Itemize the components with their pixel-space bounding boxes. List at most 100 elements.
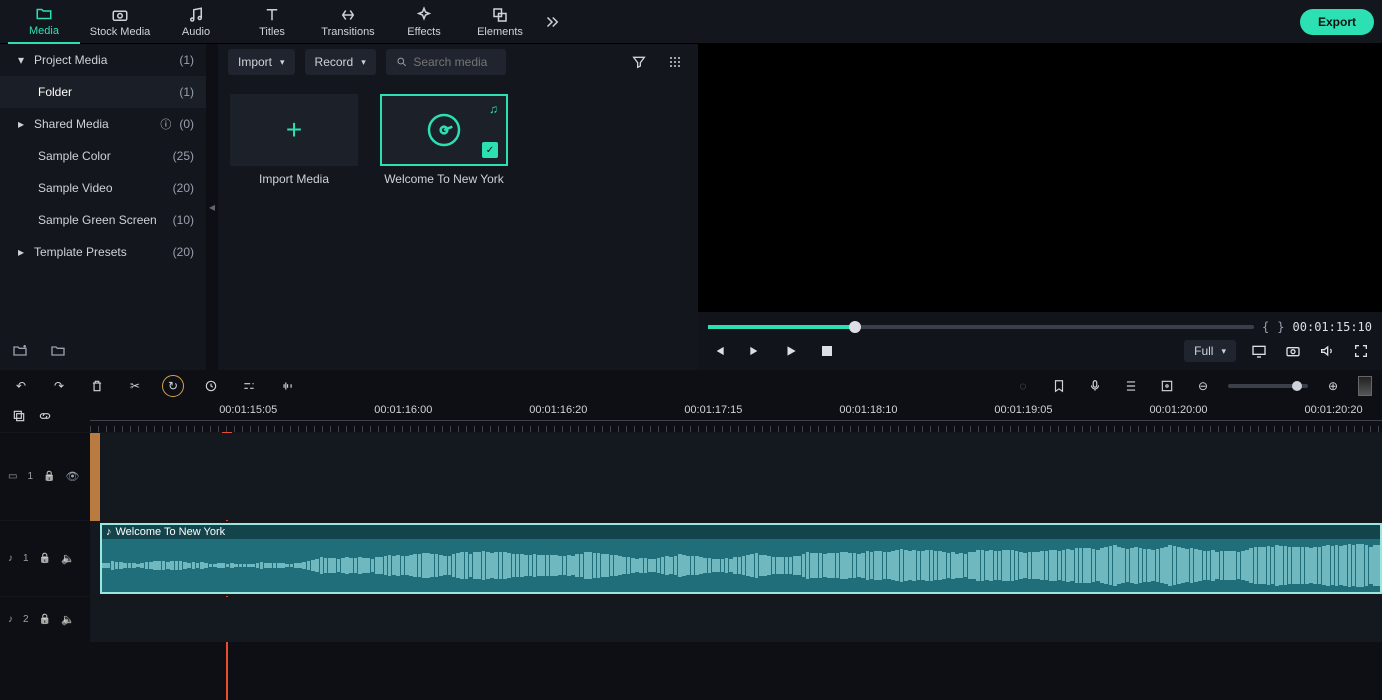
audio-clip-welcome-to-new-york[interactable]: ♪ Welcome To New York <box>100 523 1382 594</box>
preview-timecode: 00:01:15:10 <box>1293 320 1372 334</box>
marker-button[interactable] <box>1048 375 1070 397</box>
checked-badge-icon: ✓ <box>482 142 498 158</box>
redo-button[interactable]: ↷ <box>48 375 70 397</box>
sidebar-item-sample-color[interactable]: Sample Color (25) <box>0 140 206 172</box>
filter-button[interactable] <box>626 49 652 75</box>
audio-track-2[interactable]: ♪ 2 <box>0 596 1382 642</box>
sidebar-item-sample-video[interactable]: Sample Video (20) <box>0 172 206 204</box>
preview-canvas[interactable] <box>698 44 1382 312</box>
transition-icon <box>339 6 357 24</box>
music-icon: ♫ <box>489 102 498 116</box>
more-tabs-button[interactable] <box>540 0 564 44</box>
new-folder-button[interactable] <box>12 343 28 362</box>
folder-icon <box>35 5 53 23</box>
video-track-1[interactable]: ▭ 1 <box>0 432 1382 520</box>
delete-button[interactable] <box>86 375 108 397</box>
search-media-field[interactable] <box>386 49 506 75</box>
export-button[interactable]: Export <box>1300 9 1374 35</box>
eye-icon[interactable] <box>65 470 79 483</box>
preview-quality-dropdown[interactable]: Full ▾ <box>1184 340 1236 362</box>
sidebar-item-sample-green-screen[interactable]: Sample Green Screen (10) <box>0 204 206 236</box>
tab-label: Effects <box>407 26 440 38</box>
timeline-ruler[interactable]: 00:01:15:05 00:01:16:00 00:01:16:20 00:0… <box>90 402 1382 432</box>
snapshot-button[interactable] <box>1282 340 1304 362</box>
stop-button[interactable] <box>816 340 838 362</box>
tab-stock-media[interactable]: Stock Media <box>84 0 156 44</box>
plus-icon: + <box>286 114 302 146</box>
tab-effects[interactable]: Effects <box>388 0 460 44</box>
chevron-down-icon: ▾ <box>1221 346 1226 357</box>
next-frame-button[interactable] <box>744 340 766 362</box>
grid-view-button[interactable] <box>662 49 688 75</box>
media-browser: Import ▾ Record ▾ <box>218 44 698 370</box>
open-folder-button[interactable] <box>50 343 66 362</box>
audio-stretch-button[interactable] <box>276 375 298 397</box>
media-tile-welcome-to-new-york[interactable]: ♫ ✓ Welcome To New York <box>380 94 508 186</box>
music-icon: ♪ <box>106 526 112 538</box>
top-tab-bar: Media Stock Media Audio Titles Transitio… <box>0 0 1382 44</box>
zoom-slider[interactable] <box>1228 384 1308 388</box>
sidebar-collapse-toggle[interactable]: ◂ <box>206 44 218 370</box>
tab-label: Stock Media <box>90 26 151 38</box>
speaker-icon[interactable] <box>61 552 75 565</box>
undo-button[interactable]: ↶ <box>10 375 32 397</box>
import-dropdown[interactable]: Import ▾ <box>228 49 295 75</box>
zoom-in-button[interactable]: ⊕ <box>1322 375 1344 397</box>
audio-track-icon: ♪ <box>8 553 13 564</box>
display-button[interactable] <box>1248 340 1270 362</box>
music-icon <box>187 6 205 24</box>
record-dropdown[interactable]: Record ▾ <box>305 49 376 75</box>
layers-icon <box>491 6 509 24</box>
prev-frame-button[interactable] <box>708 340 730 362</box>
import-media-tile[interactable]: + Import Media <box>230 94 358 186</box>
tab-audio[interactable]: Audio <box>160 0 232 44</box>
preview-panel: { } 00:01:15:10 Full ▾ <box>698 44 1382 370</box>
chevron-down-icon: ▾ <box>280 57 285 68</box>
info-icon: ⓘ <box>160 116 171 132</box>
lock-icon[interactable] <box>39 553 51 564</box>
keyframe-button[interactable] <box>1156 375 1178 397</box>
timeline-toolbar: ↶ ↷ ✂ ↻ ◌ ⊖ ⊕ <box>0 370 1382 402</box>
mark-out-label: } <box>1277 320 1284 334</box>
disc-icon <box>424 110 464 150</box>
track-number: 1 <box>27 471 33 482</box>
tab-label: Titles <box>259 26 285 38</box>
tab-titles[interactable]: Titles <box>236 0 308 44</box>
speed-button[interactable] <box>200 375 222 397</box>
sidebar-item-shared-media[interactable]: ▸ Shared Media ⓘ (0) <box>0 108 206 140</box>
preview-scrubber[interactable] <box>708 325 1254 329</box>
adjust-button[interactable] <box>238 375 260 397</box>
track-number: 2 <box>23 614 29 625</box>
lock-icon[interactable] <box>43 471 55 482</box>
chevron-down-icon: ▾ <box>16 53 26 67</box>
split-button[interactable]: ✂ <box>124 375 146 397</box>
sidebar-item-template-presets[interactable]: ▸ Template Presets (20) <box>0 236 206 268</box>
track-copy-button[interactable] <box>12 409 26 426</box>
sidebar-item-folder[interactable]: Folder (1) <box>0 76 206 108</box>
volume-button[interactable] <box>1316 340 1338 362</box>
tile-label: Welcome To New York <box>384 172 504 186</box>
audio-track-1[interactable]: ♪ 1 ♪ Welcome To New York <box>0 520 1382 596</box>
track-link-button[interactable] <box>38 409 52 426</box>
tab-media[interactable]: Media <box>8 0 80 44</box>
tab-label: Media <box>29 25 59 37</box>
zoom-out-button[interactable]: ⊖ <box>1192 375 1214 397</box>
sidebar-item-project-media[interactable]: ▾ Project Media (1) <box>0 44 206 76</box>
search-input[interactable] <box>413 55 496 69</box>
fullscreen-button[interactable] <box>1350 340 1372 362</box>
tab-label: Audio <box>182 26 210 38</box>
play-button[interactable] <box>780 340 802 362</box>
lock-icon[interactable] <box>39 614 51 625</box>
auto-ripple-button[interactable]: ↻ <box>162 375 184 397</box>
chevron-down-icon: ▾ <box>361 57 366 68</box>
render-button[interactable]: ◌ <box>1012 375 1034 397</box>
search-icon <box>396 55 408 69</box>
tab-elements[interactable]: Elements <box>464 0 536 44</box>
tab-label: Elements <box>477 26 523 38</box>
mixer-button[interactable] <box>1120 375 1142 397</box>
voiceover-button[interactable] <box>1084 375 1106 397</box>
speaker-icon[interactable] <box>61 613 75 626</box>
scope-button[interactable] <box>1358 376 1372 396</box>
tab-transitions[interactable]: Transitions <box>312 0 384 44</box>
video-track-icon: ▭ <box>8 471 17 482</box>
